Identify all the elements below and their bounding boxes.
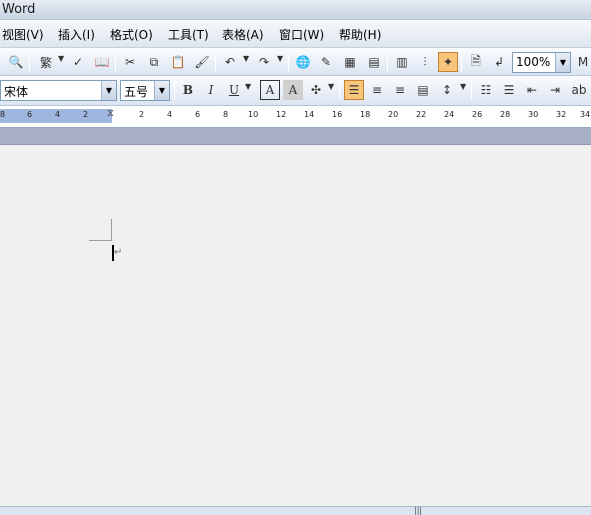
- align-center-icon[interactable]: ≡: [367, 80, 387, 100]
- document-canvas[interactable]: [0, 145, 591, 506]
- italic-button[interactable]: I: [201, 80, 221, 100]
- ruler-tick: 10: [248, 110, 259, 119]
- increase-indent-icon[interactable]: ⇥: [545, 80, 565, 100]
- ruler-tick: 18: [360, 110, 371, 119]
- align-right-icon[interactable]: ≡: [390, 80, 410, 100]
- chevron-down-icon[interactable]: ▼: [277, 54, 283, 63]
- standard-toolbar: 🔍 繁 ▼ ✓ 📖 ✂ ⧉ 📋 🖌 ↶ ▼ ↷ ▼ 🌐 ✎ ▦ ▤ ▥ ⫶ ✦ …: [0, 48, 591, 76]
- spelling-icon[interactable]: ✓: [68, 52, 88, 72]
- drawing-icon[interactable]: ⫶: [415, 52, 435, 72]
- menu-window[interactable]: 窗口(W): [279, 26, 324, 43]
- chevron-down-icon[interactable]: ▼: [328, 82, 334, 91]
- research-book-icon[interactable]: 📖: [92, 52, 112, 72]
- document-map-icon[interactable]: 🗎: [466, 52, 486, 72]
- ruler-tick: 4: [167, 110, 173, 119]
- format-painter-icon[interactable]: 🖌: [192, 52, 212, 72]
- char-border-button[interactable]: A: [260, 80, 280, 100]
- title-bar: Word: [0, 0, 591, 20]
- show-hide-icon[interactable]: ✦: [438, 52, 458, 72]
- ruler-tick: 24: [444, 110, 455, 119]
- paragraph-mark: ↵: [114, 247, 123, 258]
- highlight-icon[interactable]: ab: [569, 80, 589, 100]
- ruler-tick: 26: [472, 110, 483, 119]
- ruler-tick: 22: [416, 110, 427, 119]
- chevron-down-icon[interactable]: ▼: [101, 81, 116, 100]
- indent-marker-icon[interactable]: ⧖: [107, 108, 114, 119]
- font-value: 宋体: [4, 85, 29, 99]
- window-title: Word: [2, 2, 36, 17]
- scroll-grip[interactable]: |||: [414, 506, 422, 515]
- insert-excel-icon[interactable]: ▤: [364, 52, 384, 72]
- zoom-select[interactable]: 100% ▼: [512, 52, 571, 73]
- decrease-indent-icon[interactable]: ⇤: [522, 80, 542, 100]
- menu-format[interactable]: 格式(O): [110, 26, 153, 43]
- undo-icon[interactable]: ↶: [220, 52, 240, 72]
- menu-bar: 视图(V) 插入(I) 格式(O) 工具(T) 表格(A) 窗口(W) 帮助(H…: [0, 20, 591, 48]
- font-size-select[interactable]: 五号 ▼: [120, 80, 170, 101]
- menu-insert[interactable]: 插入(I): [58, 26, 95, 43]
- menu-help[interactable]: 帮助(H): [339, 26, 381, 43]
- ruler-tick: 12: [276, 110, 287, 119]
- ruler-tick: 6: [27, 110, 33, 119]
- font-select[interactable]: 宋体 ▼: [0, 80, 117, 101]
- zoom-value: 100%: [516, 55, 551, 69]
- crop-mark-vertical: [111, 219, 112, 241]
- horizontal-scrollbar[interactable]: |||: [0, 506, 591, 515]
- paste-icon[interactable]: 📋: [168, 52, 188, 72]
- chevron-down-icon[interactable]: ▼: [58, 54, 64, 63]
- distribute-icon[interactable]: ▤: [413, 80, 433, 100]
- ruler-tick: 28: [500, 110, 511, 119]
- chevron-down-icon[interactable]: ▼: [243, 54, 249, 63]
- align-justify-icon[interactable]: ☰: [344, 80, 364, 100]
- copy-icon[interactable]: ⧉: [144, 52, 164, 72]
- bullets-icon[interactable]: ☰: [499, 80, 519, 100]
- redo-icon[interactable]: ↷: [254, 52, 274, 72]
- font-size-value: 五号: [124, 85, 149, 99]
- ruler-tick: 34: [580, 110, 591, 119]
- ruler-tick: 16: [332, 110, 343, 119]
- ruler-tick: 32: [556, 110, 567, 119]
- chevron-down-icon[interactable]: ▼: [245, 82, 251, 91]
- ruler-tick: 6: [195, 110, 201, 119]
- bold-button[interactable]: B: [178, 80, 198, 100]
- page-top-band: [0, 128, 591, 145]
- ruler-tick: 20: [388, 110, 399, 119]
- insert-table-icon[interactable]: ▦: [340, 52, 360, 72]
- chevron-down-icon[interactable]: ▼: [154, 81, 169, 100]
- menu-table[interactable]: 表格(A): [222, 26, 264, 43]
- ruler-tick: 2: [139, 110, 145, 119]
- print-preview-icon[interactable]: 🔍: [6, 52, 26, 72]
- line-spacing-icon[interactable]: ↕: [437, 80, 457, 100]
- ruler-tick: 8: [223, 110, 229, 119]
- read-mode-icon[interactable]: M: [573, 52, 591, 72]
- crop-mark-horizontal: [89, 240, 112, 241]
- ruler-tick: 4: [55, 110, 61, 119]
- read-icon[interactable]: ↲: [489, 52, 509, 72]
- ruler-tick: 2: [83, 110, 89, 119]
- char-shading-button[interactable]: A: [283, 80, 303, 100]
- ruler-tick: 30: [528, 110, 539, 119]
- ruler-tick: 14: [304, 110, 315, 119]
- tables-borders-icon[interactable]: ✎: [316, 52, 336, 72]
- ruler-tick: 8: [0, 110, 6, 119]
- underline-button[interactable]: U: [224, 80, 244, 100]
- text-effects-icon[interactable]: ✣: [306, 80, 326, 100]
- chevron-down-icon[interactable]: ▼: [460, 82, 466, 91]
- chevron-down-icon[interactable]: ▼: [555, 53, 570, 72]
- menu-view[interactable]: 视图(V): [2, 26, 44, 43]
- cut-icon[interactable]: ✂: [120, 52, 140, 72]
- menu-tools[interactable]: 工具(T): [168, 26, 209, 43]
- research-icon[interactable]: 繁: [36, 52, 56, 72]
- numbering-icon[interactable]: ☷: [476, 80, 496, 100]
- horizontal-ruler[interactable]: 8 6 4 2 ⧖ 2 4 6 8 10 12 14 16 18 20 22 2…: [0, 106, 591, 128]
- formatting-toolbar: 宋体 ▼ 五号 ▼ B I U ▼ A A ✣ ▼ ☰ ≡ ≡ ▤ ↕ ▼ ☷ …: [0, 76, 591, 106]
- columns-icon[interactable]: ▥: [392, 52, 412, 72]
- hyperlink-icon[interactable]: 🌐: [293, 52, 313, 72]
